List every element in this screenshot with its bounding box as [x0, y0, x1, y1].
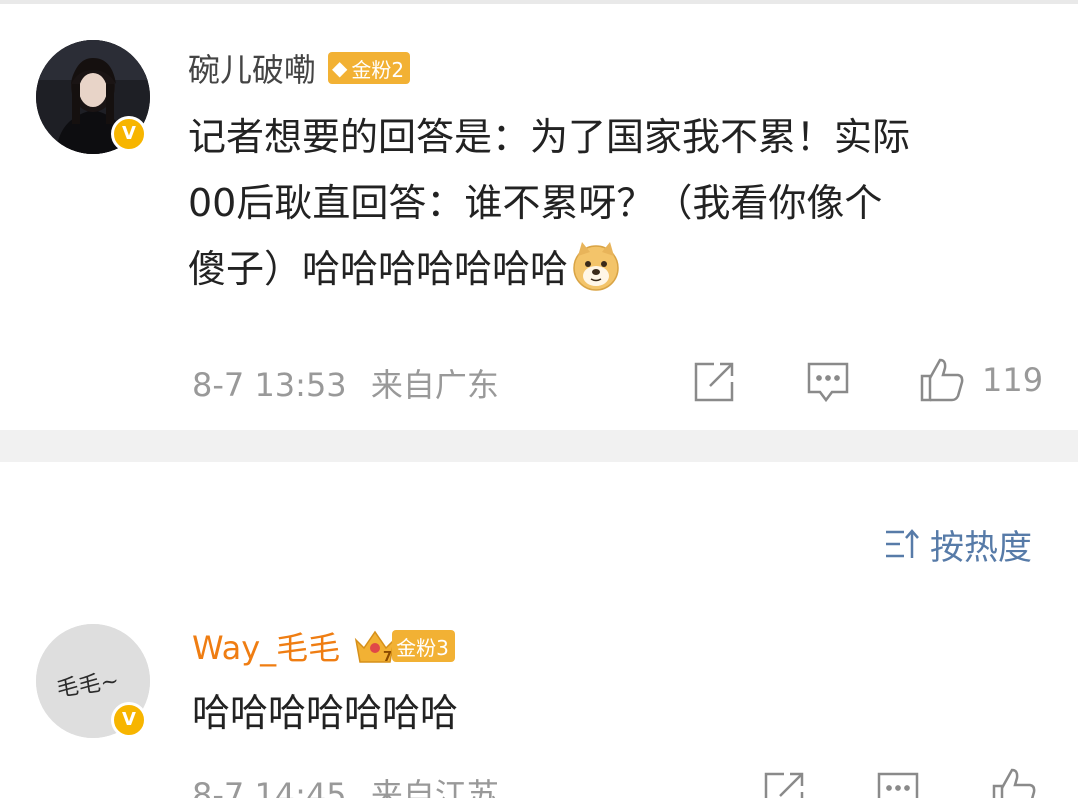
reply-button[interactable] — [876, 770, 920, 798]
comment-meta: 8-7 13:53 来自广东 — [192, 360, 499, 406]
share-icon — [694, 362, 734, 402]
reply-button[interactable] — [806, 360, 850, 404]
sort-icon — [886, 529, 919, 558]
verified-v-icon: V — [111, 116, 147, 152]
fan-badge-label: 金粉3 — [396, 635, 449, 660]
like-button[interactable]: 119 — [918, 356, 1043, 404]
comment-time: 8-7 14:45 — [192, 776, 347, 798]
username[interactable]: Way_毛毛 — [192, 623, 340, 669]
comment-location: 来自广东 — [370, 366, 499, 404]
like-count: 119 — [982, 361, 1044, 399]
thumbs-up-icon — [992, 768, 1036, 798]
comment-location: 来自江苏 — [370, 776, 499, 798]
crown-level: 7 — [383, 650, 392, 665]
comment-header: Way_毛毛 7 金粉3 — [192, 624, 455, 668]
comment-text-line: 哈哈哈哈哈哈哈 — [192, 691, 459, 735]
thumbs-up-icon — [920, 358, 964, 402]
verified-v-icon: V — [111, 702, 147, 738]
fan-badge-pill: 金粉3 — [392, 630, 455, 662]
comment-text-line: 00后耿直回答：谁不累呀？（我看你像个 — [188, 181, 883, 225]
username[interactable]: 碗儿破嘞 — [188, 45, 316, 91]
comment-text: 记者想要的回答是：为了国家我不累！实际 00后耿直回答：谁不累呀？（我看你像个 … — [188, 104, 1058, 302]
fan-badge[interactable]: ◆ 金粉2 — [328, 52, 411, 84]
sort-label: 按热度 — [930, 527, 1032, 568]
share-button[interactable] — [762, 770, 806, 798]
comment-meta: 8-7 14:45 来自江苏 — [192, 770, 499, 798]
comment-item: 毛毛~ V Way_毛毛 7 金粉3 哈哈哈哈哈哈哈 8-7 14:45 来自江… — [0, 600, 1078, 798]
like-button[interactable] — [990, 766, 1038, 798]
comment-text-line: 傻子）哈哈哈哈哈哈哈 — [188, 247, 569, 291]
section-divider — [0, 430, 1078, 462]
comment-text: 哈哈哈哈哈哈哈 — [192, 680, 1042, 746]
comment-text-line: 记者想要的回答是：为了国家我不累！实际 — [188, 115, 911, 159]
comment-text-line-last: 傻子）哈哈哈哈哈哈哈 — [188, 236, 1058, 302]
comment-icon — [807, 362, 849, 403]
comment-header: 碗儿破嘞 ◆ 金粉2 — [188, 45, 411, 91]
sort-button[interactable]: 按热度 — [884, 520, 1032, 568]
fan-badge-label: 金粉2 — [351, 57, 405, 82]
share-button[interactable] — [692, 360, 736, 404]
diamond-icon: ◆ — [332, 56, 348, 80]
comment-time: 8-7 13:53 — [192, 366, 347, 404]
fan-badge[interactable]: 7 金粉3 — [352, 626, 455, 666]
comment-icon — [877, 772, 919, 798]
doge-emoji-icon — [573, 242, 619, 291]
share-icon — [764, 772, 804, 798]
comment-item: V 碗儿破嘞 ◆ 金粉2 记者想要的回答是：为了国家我不累！实际 00后耿直回答… — [0, 0, 1078, 430]
